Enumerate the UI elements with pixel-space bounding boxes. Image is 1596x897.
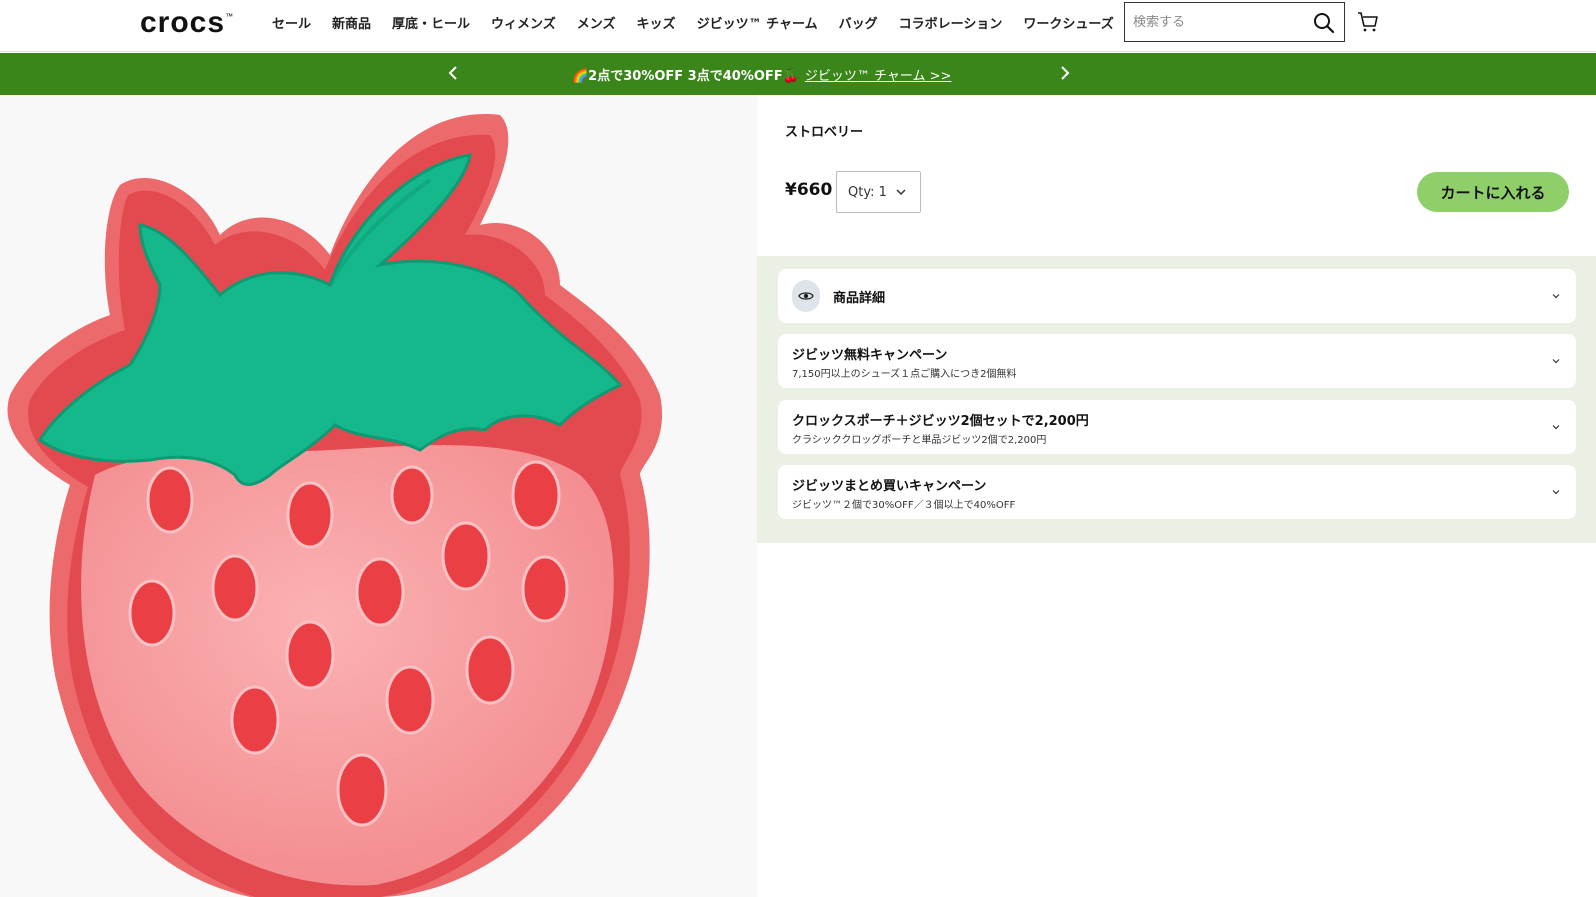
nav-item-work-shoes[interactable]: ワークシューズ [1023, 13, 1113, 32]
accordion-title: ジビッツ無料キャンペーン [792, 348, 948, 363]
promo-text: 🌈2点で30%OFF 3点で40%OFF🍒 ジビッツ™ チャーム >> [572, 69, 952, 84]
accordion-title: 商品詳細 [833, 291, 886, 306]
nav-item-kids[interactable]: キッズ [637, 13, 676, 32]
accordion-pouch-set[interactable]: クロックスポーチ＋ジビッツ2個セットで2,200円 クラシッククロッグポーチと単… [778, 400, 1576, 454]
main-nav: セール 新商品 厚底・ヒール ウィメンズ メンズ キッズ ジビッツ™ チャーム … [272, 13, 1135, 32]
nav-item-jibbitz[interactable]: ジビッツ™ チャーム [697, 13, 818, 32]
product-details-panel: 商品詳細 ジビッツ無料キャンペーン 7,150円以上のシューズ１点ご購入につき2… [757, 256, 1596, 543]
quantity-select[interactable]: Qty: 1 [836, 171, 921, 213]
accordion-bulk-buy[interactable]: ジビッツまとめ買いキャンペーン ジビッツ™２個で30%OFF／３個以上で40%O… [778, 465, 1576, 519]
accordion-product-details[interactable]: 商品詳細 [778, 269, 1576, 323]
strawberry-image [7, 114, 663, 897]
eye-icon [792, 280, 820, 312]
nav-item-mens[interactable]: メンズ [577, 13, 616, 32]
nav-item-platform-heel[interactable]: 厚底・ヒール [392, 13, 470, 32]
accordion-subtitle: クラシッククロッグポーチと単品ジビッツ2個で2,200円 [792, 435, 1047, 446]
site-header: crocs™ セール 新商品 厚底・ヒール ウィメンズ メンズ キッズ ジビッツ… [0, 0, 1596, 52]
chevron-down-icon [1552, 294, 1560, 299]
promo-link[interactable]: ジビッツ™ チャーム >> [805, 69, 952, 84]
chevron-down-icon [896, 189, 906, 196]
cart-icon[interactable] [1356, 10, 1380, 34]
nav-item-bags[interactable]: バッグ [839, 13, 878, 32]
search-input[interactable] [1133, 14, 1303, 30]
nav-item-womens[interactable]: ウィメンズ [491, 13, 556, 32]
search-box[interactable] [1124, 2, 1345, 42]
accordion-free-jibbitz[interactable]: ジビッツ無料キャンペーン 7,150円以上のシューズ１点ご購入につき2個無料 [778, 334, 1576, 388]
product-title: ストロベリー [785, 125, 864, 140]
search-icon[interactable] [1312, 11, 1336, 35]
crocs-logo[interactable]: crocs™ [140, 6, 234, 40]
product-image[interactable] [0, 95, 757, 897]
accordion-subtitle: ジビッツ™２個で30%OFF／３個以上で40%OFF [792, 500, 1016, 511]
quantity-label: Qty: 1 [848, 184, 887, 200]
promo-banner: 🌈2点で30%OFF 3点で40%OFF🍒 ジビッツ™ チャーム >> [0, 53, 1596, 95]
add-to-cart-button[interactable]: カートに入れる [1417, 172, 1569, 212]
nav-item-new[interactable]: 新商品 [332, 13, 371, 32]
chevron-left-icon[interactable] [444, 63, 464, 83]
chevron-down-icon [1552, 490, 1560, 495]
chevron-right-icon[interactable] [1054, 63, 1074, 83]
accordion-title: ジビッツまとめ買いキャンペーン [792, 479, 987, 494]
accordion-subtitle: 7,150円以上のシューズ１点ご購入につき2個無料 [792, 369, 1017, 380]
product-price: ¥660 [785, 180, 833, 200]
accordion-title: クロックスポーチ＋ジビッツ2個セットで2,200円 [792, 414, 1089, 429]
nav-item-sale[interactable]: セール [272, 13, 311, 32]
nav-item-collaboration[interactable]: コラボレーション [899, 13, 1003, 32]
chevron-down-icon [1552, 359, 1560, 364]
chevron-down-icon [1552, 425, 1560, 430]
